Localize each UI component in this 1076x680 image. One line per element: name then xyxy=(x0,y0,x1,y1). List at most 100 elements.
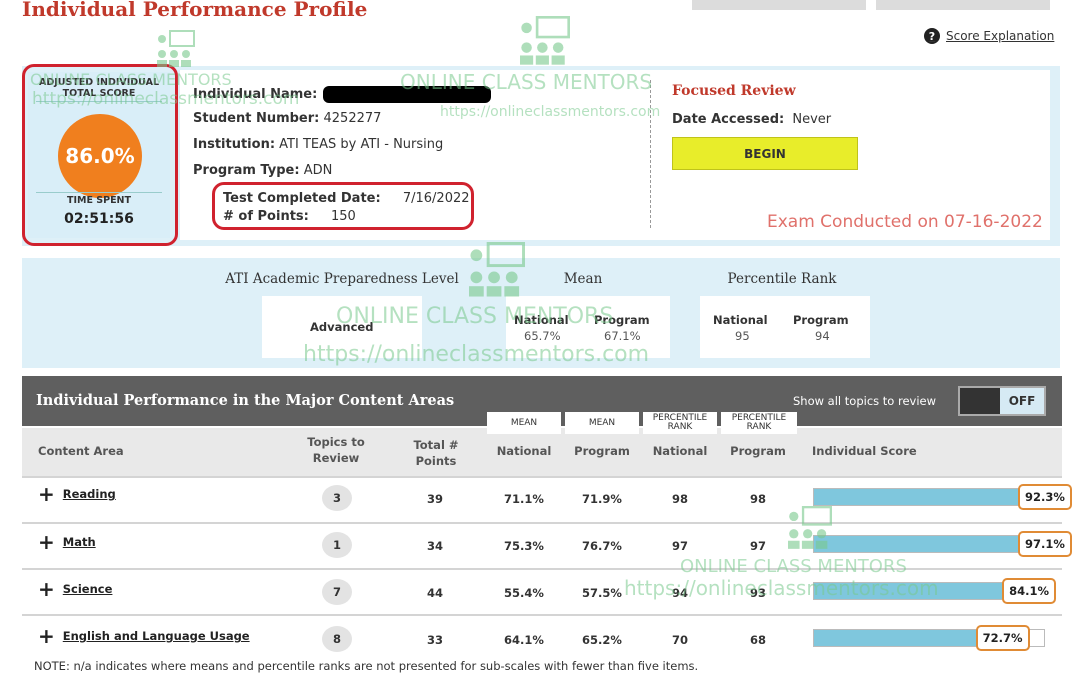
mean-program-cell: 65.2% xyxy=(582,633,622,647)
focused-review-title: Focused Review xyxy=(672,83,796,99)
content-area-name[interactable]: Reading xyxy=(63,487,116,501)
plus-icon[interactable]: + xyxy=(38,626,55,646)
table-row[interactable]: + English and Language Usage xyxy=(38,626,250,646)
student-number-label: Student Number: xyxy=(193,111,320,126)
total-points-cell: 44 xyxy=(426,586,443,600)
score-explanation-link[interactable]: ? Score Explanation xyxy=(924,28,1054,44)
percentile-rank-box: National 95 Program 94 xyxy=(700,296,870,358)
divider xyxy=(22,614,1062,616)
redacted-name xyxy=(323,86,492,103)
pct-national-cell: 94 xyxy=(671,586,688,600)
plus-icon[interactable]: + xyxy=(38,579,55,599)
watermark-logo-icon xyxy=(520,16,570,65)
date-accessed-line: Date Accessed: Never xyxy=(672,112,831,127)
pct-program-value: 94 xyxy=(815,329,830,343)
mean-heading: Mean xyxy=(563,271,603,287)
begin-button[interactable]: BEGIN xyxy=(672,137,858,170)
percentile-column-tag: PERCENTILE RANK xyxy=(721,412,797,434)
col-mean-national: National xyxy=(496,444,552,458)
col-pct-program: Program xyxy=(730,444,786,458)
individual-score-bar xyxy=(813,488,1045,506)
plus-icon[interactable]: + xyxy=(38,532,55,552)
page-title: Individual Performance Profile xyxy=(22,0,368,21)
date-accessed-value: Never xyxy=(792,112,832,127)
student-number-value: 4252277 xyxy=(323,111,382,126)
institution-value: ATI TEAS by ATI - Nursing xyxy=(279,137,444,152)
col-pct-national: National xyxy=(652,444,708,458)
test-completed-value: 7/16/2022 xyxy=(402,191,470,206)
score-bar-fill xyxy=(814,489,1027,505)
pct-national-cell: 98 xyxy=(671,492,688,506)
mean-program-cell: 76.7% xyxy=(582,539,622,553)
mean-national-value: 65.7% xyxy=(524,329,561,343)
individual-score-value: 92.3% xyxy=(1018,484,1072,510)
pct-national-cell: 70 xyxy=(671,633,688,647)
score-highlight-outline xyxy=(22,64,178,246)
top-tab[interactable] xyxy=(692,0,866,10)
content-area-name[interactable]: Math xyxy=(63,535,96,549)
preparedness-level-heading: ATI Academic Preparedness Level xyxy=(225,271,459,287)
institution-line: Institution: ATI TEAS by ATI - Nursing xyxy=(193,137,443,152)
table-row[interactable]: + Math xyxy=(38,532,96,552)
content-area-name[interactable]: Science xyxy=(63,582,113,596)
col-total-points: Total # Points xyxy=(413,438,459,468)
total-points-cell: 34 xyxy=(426,539,443,553)
mean-program-value: 67.1% xyxy=(604,329,641,343)
score-bar-fill xyxy=(814,583,1008,599)
student-number-line: Student Number: 4252277 xyxy=(193,111,381,126)
topics-badge: 1 xyxy=(322,532,352,558)
topics-badge: 7 xyxy=(322,579,352,605)
divider xyxy=(650,80,651,228)
exam-conducted-note: Exam Conducted on 07-16-2022 xyxy=(767,212,1043,232)
col-individual-score: Individual Score xyxy=(812,444,917,458)
table-row[interactable]: + Reading xyxy=(38,484,116,504)
top-tab[interactable] xyxy=(876,0,1050,10)
pct-national-label: National xyxy=(713,313,768,327)
col-mean-program: Program xyxy=(574,444,630,458)
score-bar-fill xyxy=(814,630,982,646)
watermark-text: ONLINE CLASS MENTORS xyxy=(680,556,907,577)
date-accessed-label: Date Accessed: xyxy=(672,112,785,127)
pct-program-cell: 98 xyxy=(749,492,766,506)
individual-score-value: 97.1% xyxy=(1018,531,1072,557)
mean-national-cell: 71.1% xyxy=(504,492,544,506)
mean-program-cell: 57.5% xyxy=(582,586,622,600)
institution-label: Institution: xyxy=(193,137,276,152)
topics-badge: 8 xyxy=(322,626,352,652)
program-type-line: Program Type: ADN xyxy=(193,163,332,178)
mean-national-cell: 64.1% xyxy=(504,633,544,647)
individual-score-value: 84.1% xyxy=(1002,578,1057,604)
divider xyxy=(22,568,1062,570)
percentile-column-tag: PERCENTILE RANK xyxy=(643,412,717,434)
table-row[interactable]: + Science xyxy=(38,579,113,599)
show-all-topics-toggle[interactable]: OFF xyxy=(958,386,1046,416)
pct-national-cell: 97 xyxy=(671,539,688,553)
score-bar-fill xyxy=(814,536,1038,552)
program-type-label: Program Type: xyxy=(193,163,300,178)
pct-program-cell: 97 xyxy=(749,539,766,553)
individual-name-label: Individual Name: xyxy=(193,87,318,102)
mean-national-label: National xyxy=(514,313,569,327)
toggle-state-label: OFF xyxy=(1000,388,1044,414)
individual-name-line: Individual Name: xyxy=(193,86,492,103)
preparedness-level-box: Advanced xyxy=(262,296,422,358)
topics-badge: 3 xyxy=(322,485,352,511)
preparedness-level-value: Advanced xyxy=(310,320,374,334)
mean-program-label: Program xyxy=(594,313,650,327)
pct-program-cell: 68 xyxy=(749,633,766,647)
plus-icon[interactable]: + xyxy=(38,484,55,504)
test-completed-label: Test Completed Date: xyxy=(223,191,381,206)
mean-national-cell: 55.4% xyxy=(504,586,544,600)
points-label: # of Points: xyxy=(223,209,309,224)
total-points-cell: 39 xyxy=(426,492,443,506)
footnote: NOTE: n/a indicates where means and perc… xyxy=(34,659,699,673)
mean-column-tag: MEAN xyxy=(565,412,639,434)
points-value: 150 xyxy=(331,209,356,224)
mean-column-tag: MEAN xyxy=(487,412,561,434)
col-topics-to-review: Topics to Review xyxy=(307,435,365,465)
pct-national-value: 95 xyxy=(735,329,750,343)
mean-program-cell: 71.9% xyxy=(582,492,622,506)
individual-score-value: 72.7% xyxy=(975,625,1030,651)
program-type-value: ADN xyxy=(303,163,333,178)
content-area-name[interactable]: English and Language Usage xyxy=(63,629,250,643)
